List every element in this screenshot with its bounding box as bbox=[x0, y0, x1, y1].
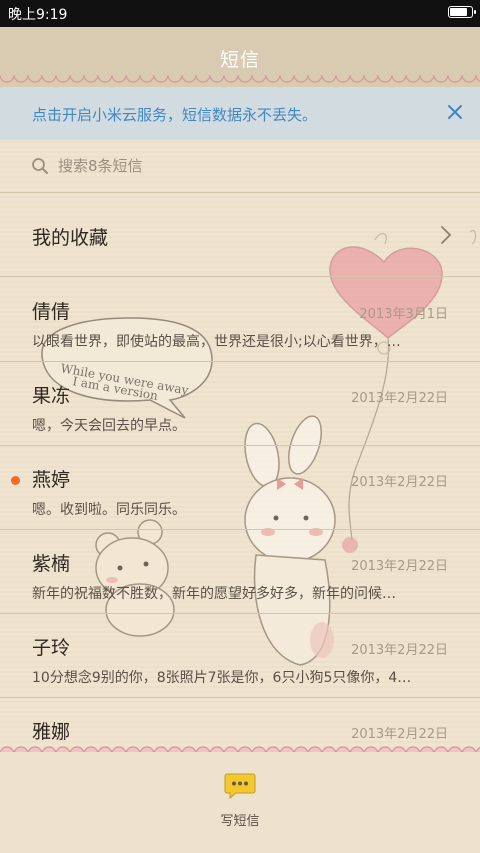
scallop-arc bbox=[433, 75, 449, 83]
scallop-arc bbox=[41, 75, 57, 83]
scallop-arc bbox=[461, 75, 477, 83]
conversation-preview: 新年的祝福数不胜数，新年的愿望好多好多，新年的问候… bbox=[32, 586, 396, 602]
scallop-arc bbox=[195, 75, 211, 83]
scallop-arc bbox=[307, 75, 323, 83]
search-icon bbox=[32, 158, 48, 174]
search-input[interactable] bbox=[58, 153, 438, 179]
compose-message-icon bbox=[224, 773, 256, 800]
conversation-date: 2013年2月22日 bbox=[351, 475, 448, 490]
conversation-preview: 嗯，今天会回去的早点。 bbox=[32, 418, 186, 434]
conversation-preview: 嗯。收到啦。同乐同乐。 bbox=[32, 502, 186, 518]
scallop-arc bbox=[27, 75, 43, 83]
status-bar: 晚上9:19 bbox=[0, 0, 480, 27]
conversation-name: 燕婷 bbox=[32, 469, 71, 491]
scallop-arc bbox=[167, 75, 183, 83]
scallop-arc bbox=[293, 75, 309, 83]
conversation-item[interactable]: 紫楠 2013年2月22日新年的祝福数不胜数，新年的愿望好多好多，新年的问候… bbox=[0, 529, 480, 614]
conversation-date: 2013年3月1日 bbox=[359, 307, 448, 322]
scallop-arc bbox=[377, 75, 393, 83]
battery-icon bbox=[448, 6, 476, 18]
conversation-date: 2013年2月22日 bbox=[351, 391, 448, 406]
scallop-arc bbox=[97, 75, 113, 83]
scallop-arc bbox=[391, 75, 407, 83]
conversation-item[interactable]: 果冻 2013年2月22日嗯，今天会回去的早点。 bbox=[0, 361, 480, 446]
scallop-arc bbox=[237, 75, 253, 83]
scallop-arc bbox=[139, 75, 155, 83]
scallop-arc bbox=[111, 75, 127, 83]
scallop-arc bbox=[419, 75, 435, 83]
scallop-arc bbox=[13, 75, 29, 83]
scallop-arc bbox=[349, 75, 365, 83]
search-bar[interactable] bbox=[0, 140, 480, 193]
conversation-preview: 以眼看世界，即使站的最高，世界还是很小;以心看世界，… bbox=[32, 334, 401, 350]
conversation-name: 紫楠 bbox=[32, 553, 71, 575]
conversation-item[interactable]: 燕婷 2013年2月22日嗯。收到啦。同乐同乐。 bbox=[0, 445, 480, 530]
scallop-arc bbox=[181, 75, 197, 83]
scallop-arc bbox=[363, 75, 379, 83]
battery-level bbox=[450, 8, 468, 16]
scallop-arc bbox=[0, 75, 15, 83]
scallop-arc bbox=[251, 75, 267, 83]
conversation-name: 子玲 bbox=[32, 637, 71, 659]
conversation-date: 2013年2月22日 bbox=[351, 643, 448, 658]
conversation-preview: 10分想念9别的你，8张照片7张是你，6只小狗5只像你，4… bbox=[32, 670, 412, 686]
favorites-label: 我的收藏 bbox=[32, 227, 109, 249]
status-time: 晚上9:19 bbox=[8, 7, 68, 23]
unread-dot bbox=[11, 476, 20, 485]
scallop-arc bbox=[125, 75, 141, 83]
scallop-arc bbox=[153, 75, 169, 83]
cloud-service-banner[interactable]: 点击开启小米云服务，短信数据永不丢失。 bbox=[0, 87, 480, 140]
conversation-name: 果冻 bbox=[32, 385, 71, 407]
scallop-arc bbox=[279, 75, 295, 83]
scallop-arc bbox=[209, 75, 225, 83]
compose-button[interactable]: 写短信 bbox=[210, 772, 270, 832]
close-icon[interactable] bbox=[444, 101, 466, 123]
compose-label: 写短信 bbox=[220, 814, 260, 829]
bottom-bar: 写短信 bbox=[0, 752, 480, 853]
page-title: 短信 bbox=[219, 49, 260, 71]
favorites-row[interactable]: 我的收藏 bbox=[0, 193, 480, 277]
scallop-arc bbox=[321, 75, 337, 83]
messages-screen: 晚上9:19 短信 点击开启小米云服务，短信数据永不丢失。 Whil bbox=[0, 0, 480, 853]
scallop-arc bbox=[69, 75, 85, 83]
scallop-arc bbox=[55, 75, 71, 83]
conversation-date: 2013年2月22日 bbox=[351, 559, 448, 574]
scallop-arc bbox=[83, 75, 99, 83]
conversation-item[interactable]: 子玲 2013年2月22日 10分想念9别的你，8张照片7张是你，6只小狗5只像你，… bbox=[0, 613, 480, 698]
scallop-arc bbox=[335, 75, 351, 83]
conversation-item[interactable]: 倩倩 2013年3月1日以眼看世界，即使站的最高，世界还是很小;以心看世界，… bbox=[0, 277, 480, 362]
scallop-arc bbox=[265, 75, 281, 83]
scallop-arc bbox=[405, 75, 421, 83]
banner-text[interactable]: 点击开启小米云服务，短信数据永不丢失。 bbox=[32, 104, 317, 125]
scallop-arc bbox=[475, 75, 480, 82]
scallop-arc bbox=[447, 75, 463, 83]
scallop-arc bbox=[223, 75, 239, 83]
chevron-right-icon bbox=[441, 226, 452, 244]
conversation-name: 倩倩 bbox=[32, 301, 71, 323]
